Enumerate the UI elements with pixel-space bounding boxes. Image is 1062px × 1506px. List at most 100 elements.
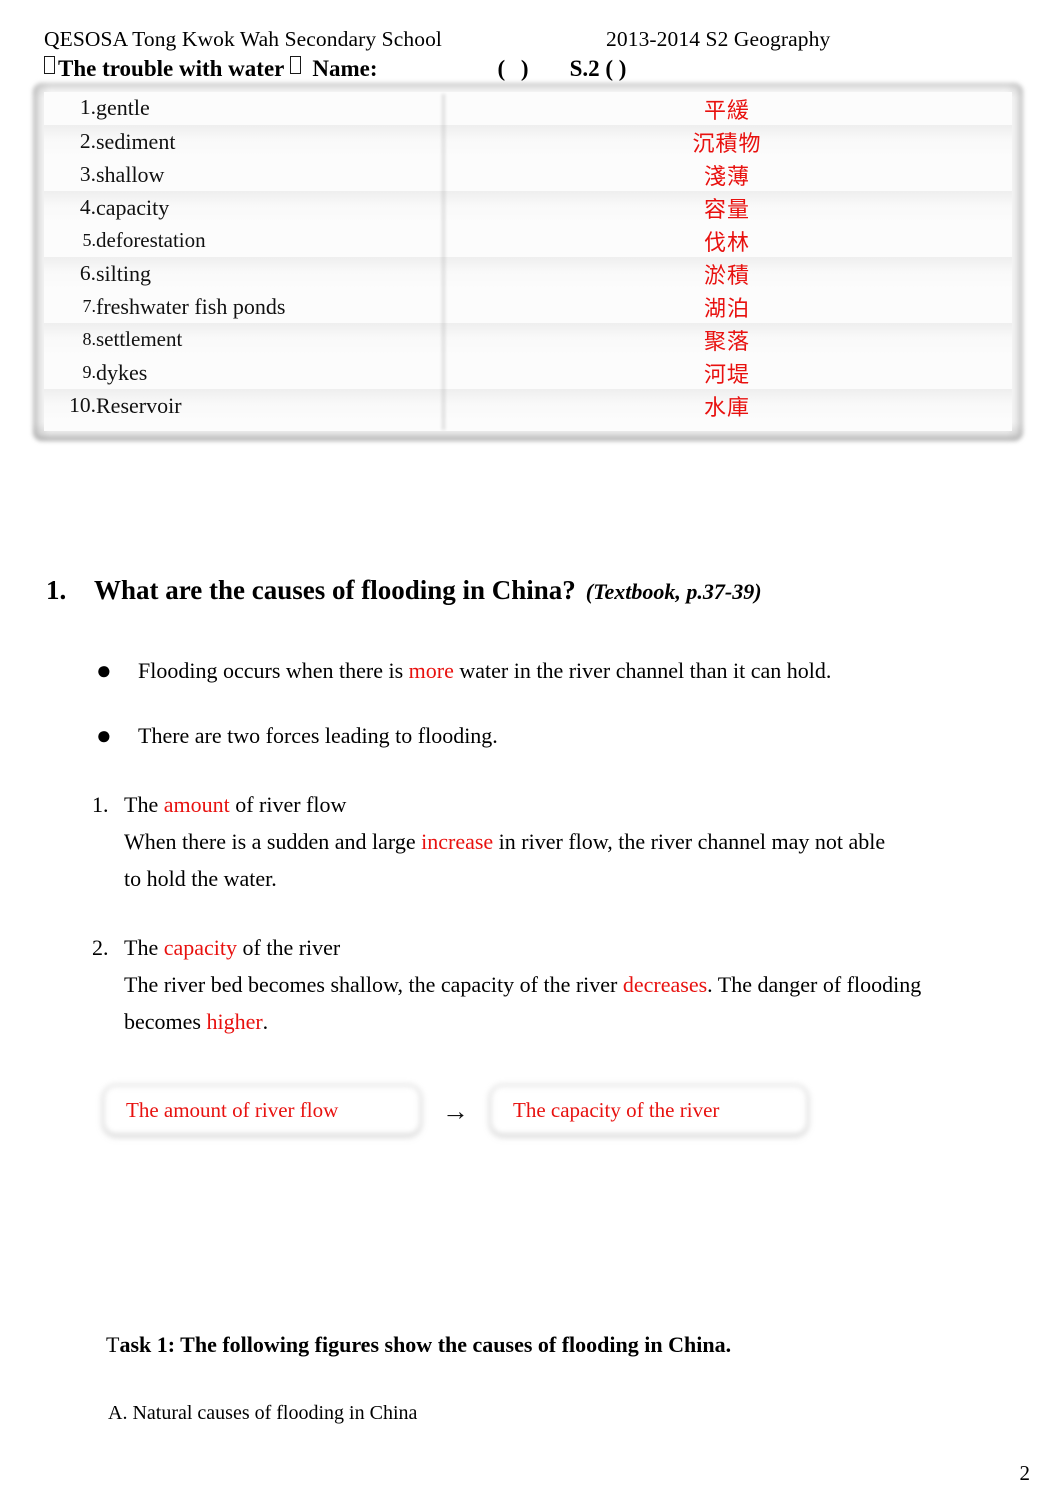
worksheet-topic: The trouble with water bbox=[58, 56, 285, 81]
force-line3-after: . bbox=[262, 1009, 269, 1034]
vocabulary-table: 1. gentle 平緩 2. sediment 沉積物 3. shallow … bbox=[44, 92, 1012, 422]
vocab-english: dykes bbox=[96, 359, 148, 385]
highlighted-term: decreases bbox=[623, 966, 707, 1003]
task-subtitle: A. Natural causes of flooding in China bbox=[108, 1402, 418, 1424]
vocab-english: deforestation bbox=[96, 228, 206, 252]
vocabulary-table-body: 1. gentle 平緩 2. sediment 沉積物 3. shallow … bbox=[44, 92, 1012, 422]
list-item: ● Flooding occurs when there is more wat… bbox=[96, 655, 996, 686]
highlighted-term: capacity bbox=[164, 929, 237, 966]
arrow-right-icon: → bbox=[442, 1095, 469, 1126]
bullet-list: ● Flooding occurs when there is more wat… bbox=[96, 655, 996, 785]
force-line3-before: becomes bbox=[124, 1009, 207, 1034]
force-line-2: The river bed becomes shallow, the capac… bbox=[124, 972, 921, 997]
force-line-3: becomes higher. bbox=[124, 1009, 268, 1034]
table-row: 8. settlement 聚落 bbox=[44, 323, 1012, 356]
force-line1-before: The bbox=[124, 792, 164, 817]
force-line-1: The capacity of the river bbox=[124, 935, 340, 960]
force-line2-before: When there is a sudden and large bbox=[124, 829, 422, 854]
vocab-chinese: 淤積 bbox=[442, 257, 1012, 290]
document-header: QESOSA Tong Kwok Wah Secondary School 20… bbox=[44, 26, 1019, 84]
class-label: S.2 ( ) bbox=[569, 56, 627, 81]
vocab-chinese: 伐林 bbox=[703, 229, 750, 255]
flow-box-label: The amount of river flow bbox=[126, 1097, 339, 1122]
table-row: 1. gentle 平緩 bbox=[44, 92, 1012, 125]
vocab-number: 2. bbox=[44, 125, 96, 158]
table-row: 7. freshwater fish ponds 湖泊 bbox=[44, 290, 1012, 323]
vocab-chinese: 聚落 bbox=[442, 323, 1012, 356]
highlighted-term: amount bbox=[164, 786, 230, 823]
section-reference: (Textbook, p.37-39) bbox=[585, 579, 762, 604]
class-number-blank: ( ) bbox=[497, 56, 534, 81]
school-name: QESOSA Tong Kwok Wah Secondary School bbox=[44, 27, 443, 51]
highlighted-term: higher bbox=[206, 1003, 262, 1040]
force-line2-after: . The danger of flooding bbox=[707, 972, 922, 997]
bullet-text-before: Flooding occurs when there is bbox=[138, 658, 409, 683]
vocab-number: 6. bbox=[44, 257, 96, 290]
flow-box-amount: The amount of river flow bbox=[104, 1086, 420, 1134]
table-row: 9. dykes 河堤 bbox=[44, 356, 1012, 389]
force-number: 2. bbox=[92, 935, 109, 960]
force-line1-after: of river flow bbox=[229, 792, 347, 817]
vocab-number: 3. bbox=[79, 162, 96, 186]
vocab-number: 10. bbox=[44, 389, 96, 422]
list-item: 2. The capacity of the river The river b… bbox=[92, 929, 1042, 1040]
table-row: 10. Reservoir 水庫 bbox=[44, 389, 1012, 422]
name-label: Name: bbox=[312, 56, 378, 81]
vocabulary-table-container: 1. gentle 平緩 2. sediment 沉積物 3. shallow … bbox=[33, 83, 1023, 441]
vocab-number: 7. bbox=[82, 296, 97, 316]
vocab-english: capacity bbox=[96, 191, 442, 224]
section-heading: 1. What are the causes of flooding in Ch… bbox=[46, 573, 1006, 609]
section-number: 1. bbox=[46, 575, 67, 605]
force-body: The amount of river flow When there is a… bbox=[124, 786, 1042, 897]
vocab-english: gentle bbox=[96, 94, 150, 120]
bullet-text-after: water in the river channel than it can h… bbox=[453, 658, 832, 683]
flow-box-capacity: The capacity of the river bbox=[491, 1086, 807, 1134]
vocab-english: freshwater fish ponds bbox=[96, 293, 286, 319]
force-line-1: The amount of river flow bbox=[124, 792, 346, 817]
force-number: 1. bbox=[92, 792, 109, 817]
section-title: What are the causes of flooding in China… bbox=[94, 575, 576, 605]
vocab-number: 5. bbox=[82, 230, 97, 250]
table-column-divider bbox=[442, 94, 445, 430]
vocab-number: 8. bbox=[44, 323, 96, 356]
force-line2-before: The river bed becomes shallow, the capac… bbox=[124, 972, 623, 997]
vocab-english: shallow bbox=[96, 161, 165, 187]
vocab-number: 4. bbox=[44, 191, 96, 224]
highlighted-term: more bbox=[409, 656, 454, 686]
vocab-chinese: 淺薄 bbox=[703, 163, 750, 189]
vocab-number: 1. bbox=[79, 95, 96, 119]
document-page: QESOSA Tong Kwok Wah Secondary School 20… bbox=[0, 0, 1062, 1506]
force-line-3: to hold the water. bbox=[124, 866, 277, 891]
vocab-chinese: 湖泊 bbox=[703, 295, 750, 321]
list-item: ● There are two forces leading to floodi… bbox=[96, 720, 996, 751]
table-row: 2. sediment 沉積物 bbox=[44, 125, 1012, 158]
bullet-dot-icon: ● bbox=[96, 721, 112, 750]
vocab-english: sediment bbox=[96, 125, 442, 158]
table-row: 5. deforestation 伐林 bbox=[44, 224, 1012, 257]
course-title: 2013-2014 S2 Geography bbox=[606, 27, 831, 51]
vocab-chinese: 平緩 bbox=[703, 97, 750, 123]
vocab-chinese: 河堤 bbox=[703, 361, 750, 387]
vocab-chinese: 水庫 bbox=[442, 389, 1012, 422]
header-line-1: QESOSA Tong Kwok Wah Secondary School 20… bbox=[44, 26, 1019, 53]
vocab-chinese: 沉積物 bbox=[442, 125, 1012, 158]
flow-diagram: The amount of river flow → The capacity … bbox=[104, 1086, 807, 1134]
force-line1-before: The bbox=[124, 935, 164, 960]
vocab-english: Reservoir bbox=[96, 389, 442, 422]
header-line-2: The trouble with water Name: ( ) S.2 ( ) bbox=[44, 54, 1019, 84]
force-line1-after: of the river bbox=[237, 935, 341, 960]
force-line2-after: in river flow, the river channel may not… bbox=[493, 829, 886, 854]
task-title: Task 1: The following figures show the c… bbox=[106, 1332, 731, 1358]
bullet-text: Flooding occurs when there is more water… bbox=[138, 656, 996, 686]
list-item: 1. The amount of river flow When there i… bbox=[92, 786, 1042, 897]
missing-glyph-icon-close bbox=[290, 56, 302, 74]
vocab-english: silting bbox=[96, 257, 442, 290]
vocab-number: 9. bbox=[82, 362, 97, 382]
forces-list: 1. The amount of river flow When there i… bbox=[92, 786, 1042, 1072]
missing-glyph-icon-open bbox=[44, 56, 55, 74]
highlighted-term: increase bbox=[421, 823, 493, 860]
vocab-english: settlement bbox=[96, 323, 442, 356]
table-row: 4. capacity 容量 bbox=[44, 191, 1012, 224]
task-title-lead: T bbox=[106, 1332, 120, 1357]
page-number: 2 bbox=[1019, 1461, 1031, 1485]
